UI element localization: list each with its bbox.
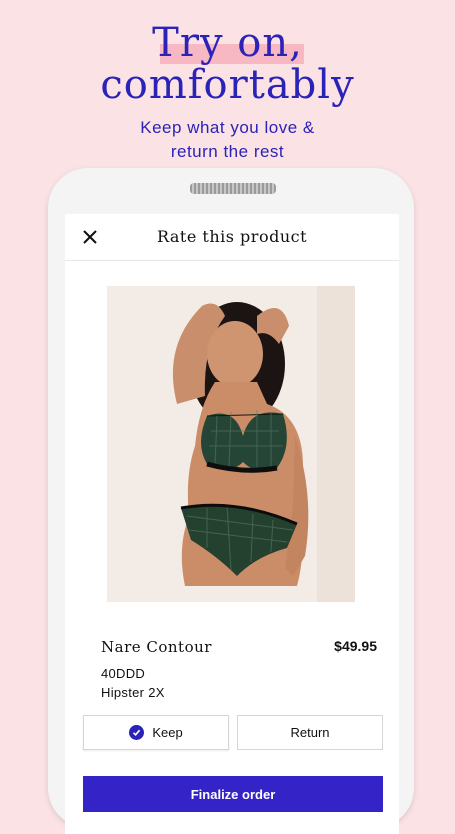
phone-speaker (190, 183, 276, 194)
hero-title-line2: comfortably (100, 62, 355, 108)
product-variant: Hipster 2X (101, 685, 165, 700)
product-image (107, 286, 355, 602)
modal-title: Rate this product (156, 227, 308, 246)
product-price: $49.95 (334, 638, 377, 654)
modal-header: Rate this product (65, 214, 399, 261)
phone-frame: Rate this product Nare Contour $49.95 40… (48, 168, 414, 834)
return-label: Return (290, 725, 330, 740)
keep-button[interactable]: Keep (83, 715, 229, 750)
hero-subtitle-line2: return the rest (170, 142, 285, 161)
hero-title-line1: Try on, (152, 20, 303, 66)
model-illustration (107, 286, 355, 602)
return-button[interactable]: Return (237, 715, 383, 750)
hero-subtitle-line1: Keep what you love & (140, 118, 315, 137)
keep-label: Keep (152, 725, 183, 740)
phone-screen: Rate this product Nare Contour $49.95 40… (65, 214, 399, 834)
product-size: 40DDD (101, 666, 146, 681)
check-icon (129, 725, 145, 740)
finalize-order-button[interactable]: Finalize order (83, 776, 383, 812)
product-name: Nare Contour (101, 638, 212, 656)
